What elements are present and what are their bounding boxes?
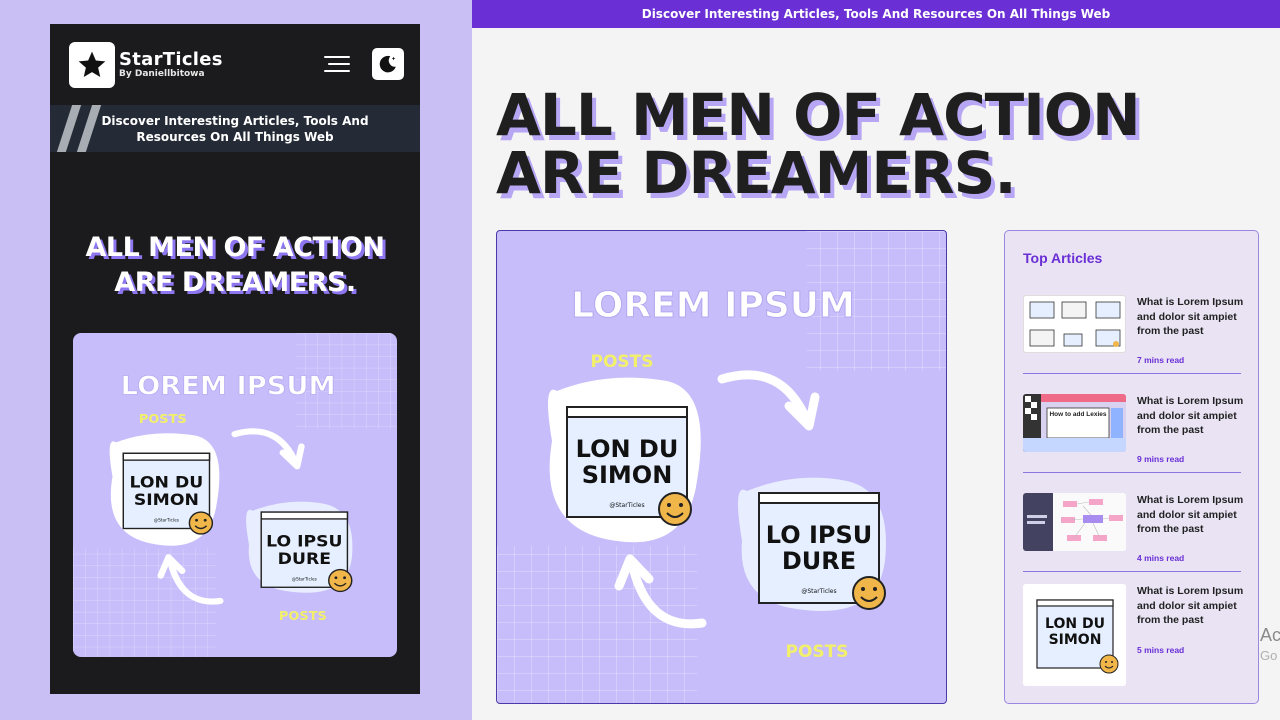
divider [1023,571,1241,572]
window2-footer: @StarTicles [292,577,317,582]
card-title: LOREM IPSUM [571,285,855,326]
desktop-preview: Discover Interesting Articles, Tools And… [472,0,1280,720]
posts-label-top: POSTS [591,352,654,372]
article-title: What is Lorem Ipsum and dolor sit ampiet… [1137,395,1244,436]
hero-line-2: ARE DREAMERS. [114,267,356,298]
hero-line-1: ALL MEN OF ACTION [85,232,385,263]
window2-line1: LO IPSU [766,521,873,549]
sidebar-title: Top Articles [1023,250,1103,266]
window1-line2: SIMON [134,490,199,509]
top-articles-sidebar: Top Articles What is Lorem Ipsum and dol… [1004,230,1259,704]
star-icon [69,41,115,88]
banner-text: Discover Interesting Articles, Tools And… [101,113,369,144]
article-read-time: 9 mins read [1137,454,1185,464]
thumb-caption: How to add Lexies [1049,411,1107,418]
article-thumbnail [1023,295,1126,353]
site-logo[interactable]: StarTicles By Daniellbitowa [69,41,223,88]
window1-line2: SIMON [582,461,673,489]
window2-footer: @StarTicles [801,588,836,595]
article-thumbnail [1023,493,1126,551]
hero-line-1: ALL MEN OF ACTION [496,81,1141,149]
article-read-time: 4 mins read [1137,553,1185,563]
hero-line-2: ARE DREAMERS. [496,139,1016,207]
card-title: LOREM IPSUM [121,371,336,401]
mobile-preview: StarTicles By Daniellbitowa Discover Int… [50,24,420,694]
article-item[interactable]: What is Lorem Ipsum and dolor sit ampiet… [1023,493,1243,583]
article-thumbnail: LON DU SIMON [1023,584,1126,686]
article-thumbnail: How to add Lexies [1023,394,1126,452]
window1-line1: LON DU [130,472,204,491]
ad-text-fragment-2: Go [1260,648,1278,663]
ad-text-fragment: Ac [1260,625,1280,645]
article-read-time: 7 mins read [1137,355,1185,365]
window2-line2: DURE [782,547,856,575]
logo-title: StarTicles [119,48,223,70]
posts-label-bottom: POSTS [279,608,327,623]
featured-post-image[interactable]: LOREM IPSUM POSTS POSTS LON DU SIMON @St… [73,333,397,657]
moon-icon[interactable] [372,48,404,80]
article-item[interactable]: LON DU SIMON What is Lorem Ipsum and dol… [1023,584,1243,686]
hamburger-menu-icon[interactable] [324,55,350,73]
topbar-text: Discover Interesting Articles, Tools And… [641,7,1111,21]
article-title: What is Lorem Ipsum and dolor sit ampiet… [1137,296,1244,337]
window2-line1: LO IPSU [266,531,342,550]
top-announcement-bar: Discover Interesting Articles, Tools And… [472,0,1280,28]
announcement-banner: Discover Interesting Articles, Tools And… [50,105,420,152]
mobile-header: StarTicles By Daniellbitowa [50,24,420,105]
featured-post-image[interactable]: LOREM IPSUM POSTS POSTS LON DU SIMON @St… [496,230,947,704]
thumb-line-2: SIMON [1048,632,1102,648]
article-item[interactable]: How to add Lexies What is Lorem Ipsum an… [1023,394,1243,484]
window1-line1: LON DU [576,435,679,463]
posts-label-bottom: POSTS [786,642,849,662]
posts-label-top: POSTS [139,412,187,427]
article-title: What is Lorem Ipsum and dolor sit ampiet… [1137,585,1244,626]
logo-subtitle: By Daniellbitowa [119,69,205,80]
hero-heading: ALL MEN OF ACTION ARE DREAMERS. [50,230,420,300]
thumb-line-1: LON DU [1045,616,1105,632]
hero-heading: ALL MEN OF ACTION ARE DREAMERS. [496,81,1141,207]
article-title: What is Lorem Ipsum and dolor sit ampiet… [1137,494,1244,535]
divider [1023,373,1241,374]
article-item[interactable]: What is Lorem Ipsum and dolor sit ampiet… [1023,295,1243,385]
article-read-time: 5 mins read [1137,645,1185,655]
divider [1023,472,1241,473]
window1-footer: @StarTicles [154,518,179,523]
window1-footer: @StarTicles [609,502,644,509]
window2-line2: DURE [278,548,331,567]
